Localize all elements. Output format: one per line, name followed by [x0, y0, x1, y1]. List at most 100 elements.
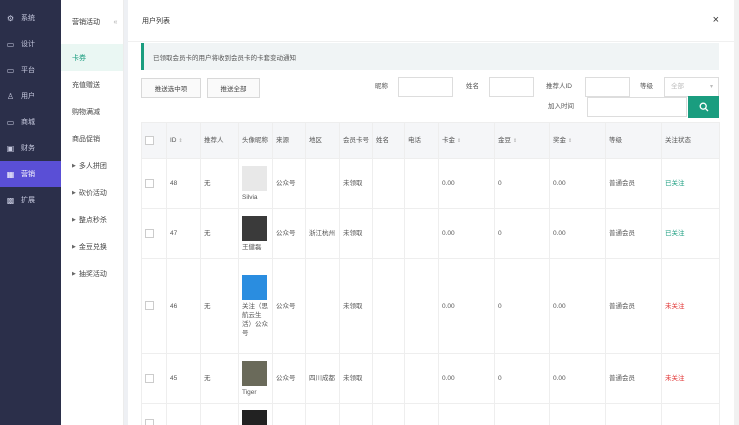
cell-id: 45 — [166, 353, 201, 404]
column-header-9[interactable]: 卡金 ⇕ — [438, 122, 495, 159]
table-row[interactable]: 47 无王健磊 公众号 浙江杭州 未领取 0.00 0 0.00 普通会员 已关注 — [141, 208, 720, 259]
submenu-item-7[interactable]: ▶ 金豆兑换 — [61, 233, 123, 260]
cell-follow: 未关注 — [661, 258, 720, 354]
notice-bar: 已领取会员卡的用户将收到会员卡的卡套变动通知 — [141, 43, 719, 70]
row-select-cell — [141, 353, 167, 404]
submenu-item-5[interactable]: ▶ 砍价活动 — [61, 179, 123, 206]
extend-icon: ▩ — [6, 195, 15, 205]
cell-nickname — [238, 403, 273, 425]
submenu-item-2[interactable]: 购物满减 — [61, 98, 123, 125]
cell-follow: 已关注 — [661, 208, 720, 259]
column-header-10[interactable]: 金豆 ⇕ — [494, 122, 550, 159]
cell-level: 普通会员 — [605, 158, 662, 209]
table-row[interactable]: 45 无 Tiger 公众号 四川成都 未领取 0.00 0 0.00 普通会员 未关注 — [141, 353, 720, 404]
push-all-button[interactable]: 推送全部 — [207, 78, 260, 98]
finance-icon: ▣ — [6, 143, 15, 153]
cell-follow — [661, 403, 720, 425]
row-select-cell — [141, 208, 167, 259]
chevron-right-icon: ▶ — [72, 162, 76, 169]
cell-referrer: 无 — [200, 208, 239, 259]
cell-bonus: 0.00 — [549, 158, 606, 209]
chevron-right-icon: ▶ — [72, 243, 76, 250]
row-checkbox[interactable] — [145, 178, 154, 188]
cell-region: 浙江杭州 — [305, 208, 340, 259]
cell-nickname: Tiger — [238, 353, 273, 404]
submenu-item-label: 充值赠送 — [72, 81, 100, 89]
submenu-item-6[interactable]: ▶ 整点秒杀 — [61, 206, 123, 233]
sidebar-item-2[interactable]: ▭ 平台 — [0, 57, 61, 83]
page-scrollbar[interactable] — [734, 0, 739, 425]
sort-icon[interactable]: ⇕ — [513, 138, 517, 144]
sidebar-item-4[interactable]: ▭ 商城 — [0, 109, 61, 135]
cell-card: 未领取 — [339, 353, 373, 404]
avatar — [242, 360, 267, 386]
sidebar-item-3[interactable]: ♙ 用户 — [0, 83, 61, 109]
sidebar-item-label: 平台 — [21, 67, 35, 74]
cell-beans: 0 — [494, 208, 550, 259]
avatar — [242, 215, 267, 241]
sidebar-item-5[interactable]: ▣ 财务 — [0, 135, 61, 161]
name-input[interactable] — [489, 77, 534, 97]
push-selected-button[interactable]: 推送选中项 — [141, 78, 201, 98]
sidebar-item-6[interactable]: ▦ 营销 — [0, 161, 61, 187]
cell-region — [305, 158, 340, 209]
submenu-item-4[interactable]: ▶ 多人拼团 — [61, 152, 123, 179]
chevron-right-icon: ▶ — [72, 270, 76, 277]
close-icon[interactable]: × — [713, 15, 719, 26]
cell-beans: 0 — [494, 353, 550, 404]
cell-level: 普通会员 — [605, 353, 662, 404]
cell-bonus — [549, 403, 606, 425]
select-all-checkbox[interactable] — [145, 135, 154, 145]
submenu-item-label: 砍价活动 — [78, 189, 107, 197]
cell-region: 四川成都 — [305, 353, 340, 404]
submenu-item-label: 金豆兑换 — [78, 243, 107, 251]
submenu-item-3[interactable]: 商品促销 — [61, 125, 123, 152]
cell-nickname: 王健磊 — [238, 208, 273, 259]
table-row[interactable]: 48 无 Silvia 公众号 未领取 0.00 0 0.00 普通会员 已关注 — [141, 158, 720, 209]
cell-referrer: 无 — [200, 158, 239, 209]
cell-phone — [404, 258, 439, 354]
collapse-icon[interactable]: « — [111, 18, 120, 27]
submenu-item-0[interactable]: 卡券 — [61, 44, 123, 71]
level-select[interactable]: 全部 ▾ — [664, 77, 719, 97]
row-checkbox[interactable] — [145, 418, 154, 425]
cell-card — [339, 403, 373, 425]
row-checkbox[interactable] — [145, 301, 154, 311]
referrer-input[interactable] — [585, 77, 630, 97]
cell-bonus: 0.00 — [549, 258, 606, 354]
row-checkbox[interactable] — [145, 228, 154, 238]
sort-icon[interactable]: ⇕ — [179, 138, 183, 144]
cell-follow: 已关注 — [661, 158, 720, 209]
sidebar-item-1[interactable]: ▭ 设计 — [0, 31, 61, 57]
row-checkbox[interactable] — [145, 373, 154, 383]
sort-icon[interactable]: ⇕ — [457, 138, 461, 144]
table-row[interactable]: 46 无关注（思航云生活）公众号 公众号 未领取 0.00 0 0.00 普通会员 未关注 — [141, 258, 720, 354]
sort-icon[interactable]: ⇕ — [568, 138, 572, 144]
sidebar-item-label: 设计 — [21, 41, 35, 48]
submenu-item-8[interactable]: ▶ 抽奖活动 — [61, 260, 123, 287]
column-header-1[interactable]: ID ⇕ — [166, 122, 201, 159]
column-header-0[interactable] — [141, 122, 167, 159]
cell-referrer — [200, 403, 239, 425]
column-header-5: 地区 — [305, 122, 340, 159]
sidebar-item-7[interactable]: ▩ 扩展 — [0, 187, 61, 213]
avatar — [242, 274, 267, 300]
cell-bonus: 0.00 — [549, 208, 606, 259]
cell-card_balance: 0.00 — [438, 158, 495, 209]
sidebar-item-0[interactable]: ⚙ 系统 — [0, 5, 61, 31]
column-header-13: 关注状态 — [661, 122, 720, 159]
cell-card: 未领取 — [339, 208, 373, 259]
join-time-input[interactable] — [587, 97, 687, 117]
table-row[interactable] — [141, 403, 720, 425]
cell-name — [372, 353, 405, 404]
cell-id — [166, 403, 201, 425]
marketing-icon: ▦ — [6, 169, 15, 179]
column-header-2: 推荐人 — [200, 122, 239, 159]
cell-name — [372, 403, 405, 425]
cell-id: 48 — [166, 158, 201, 209]
cell-id: 46 — [166, 258, 201, 354]
column-header-11[interactable]: 奖金 ⇕ — [549, 122, 606, 159]
submenu-item-1[interactable]: 充值赠送 — [61, 71, 123, 98]
nickname-input[interactable] — [398, 77, 453, 97]
search-button[interactable] — [688, 96, 719, 118]
